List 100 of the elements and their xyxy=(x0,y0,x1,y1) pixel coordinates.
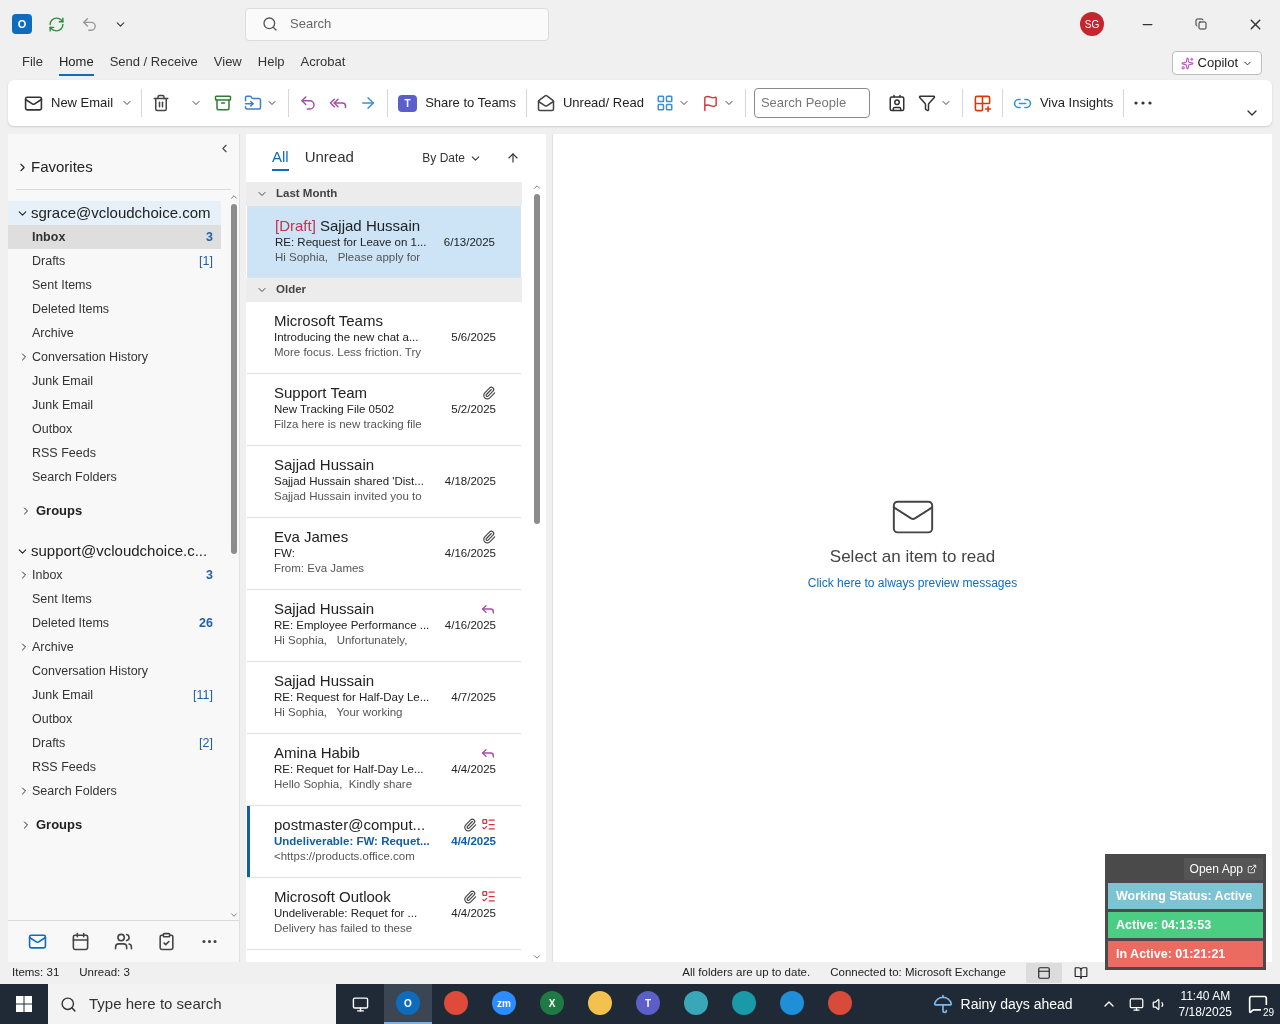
restore-icon[interactable] xyxy=(1195,18,1207,30)
search-people-field[interactable]: Search People xyxy=(753,88,870,118)
folder-item[interactable]: Junk Email xyxy=(8,369,221,393)
normal-view-icon[interactable] xyxy=(1037,966,1051,980)
message-preview: Hi Sophia, Please apply for xyxy=(275,250,422,265)
taskbar-app[interactable]: T xyxy=(624,984,672,1024)
message-subject: Undeliverable: Requet for ... xyxy=(274,906,419,921)
windows-logo-icon[interactable] xyxy=(16,996,32,1012)
folder-item[interactable]: Inbox 3 xyxy=(8,225,221,249)
folder-item[interactable]: Drafts [2] xyxy=(8,731,221,755)
sender-name: Eva James xyxy=(274,527,350,546)
folder-move-icon xyxy=(244,94,263,112)
tasks-icon[interactable] xyxy=(157,932,176,951)
clock-time[interactable]: 11:40 AM xyxy=(1180,988,1231,1004)
filter-tab[interactable]: All xyxy=(272,145,289,171)
status-row: In Active: 01:21:21 xyxy=(1108,941,1263,967)
folder-name: Archive xyxy=(32,324,75,342)
app-logo-icon: O xyxy=(396,991,420,1015)
folder-item[interactable]: Archive xyxy=(8,635,221,659)
folder-name: Outbox xyxy=(32,710,74,728)
folder-item[interactable]: Search Folders xyxy=(8,779,221,803)
taskbar-search-field[interactable]: Type here to search xyxy=(48,984,336,1024)
search-icon xyxy=(262,16,278,32)
folder-item[interactable]: Outbox xyxy=(8,707,221,731)
group-header[interactable]: Last Month xyxy=(246,182,522,206)
folder-item[interactable]: Conversation History xyxy=(8,659,221,683)
folder-item[interactable]: RSS Feeds xyxy=(8,441,221,465)
folder-name: Sent Items xyxy=(32,590,93,608)
reading-view-icon[interactable] xyxy=(1074,966,1088,980)
sync-icon[interactable] xyxy=(48,15,65,33)
folder-item[interactable]: Archive xyxy=(8,321,221,345)
group-header[interactable]: Older xyxy=(246,278,522,302)
taskbar-app[interactable]: O xyxy=(384,984,432,1024)
folder-item[interactable]: Sent Items xyxy=(8,587,221,611)
folder-item[interactable]: Junk Email [11] xyxy=(8,683,221,707)
folder-item[interactable]: Deleted Items xyxy=(8,297,221,321)
folder-item[interactable]: Deleted Items 26 xyxy=(8,611,221,635)
folder-item[interactable]: Sent Items xyxy=(8,273,221,297)
taskbar-app[interactable]: X xyxy=(528,984,576,1024)
scroll-up-icon[interactable] xyxy=(229,192,239,202)
open-app-button[interactable]: Open App xyxy=(1183,858,1263,880)
filter-icon xyxy=(917,94,936,112)
folder-item[interactable]: Search Folders xyxy=(8,465,221,489)
message-preview: More focus. Less friction. Try xyxy=(274,345,422,360)
scroll-down-icon[interactable] xyxy=(532,952,542,962)
folder-item[interactable]: Junk Email xyxy=(8,393,221,417)
sender-name: Amina Habib xyxy=(274,743,361,762)
network-icon[interactable] xyxy=(1128,996,1144,1012)
task-view-icon[interactable] xyxy=(351,995,369,1013)
folder-item[interactable]: Outbox xyxy=(8,417,221,441)
favorites-header[interactable]: Favorites xyxy=(8,155,239,179)
preview-link[interactable]: Click here to always preview messages xyxy=(807,573,1018,592)
sender-name: [Draft] Sajjad Hussain xyxy=(275,216,422,235)
filter-tab[interactable]: Unread xyxy=(304,145,354,171)
menu-tab[interactable]: Acrobat xyxy=(300,50,346,76)
sender-name: postmaster@comput... xyxy=(274,815,427,834)
menu-tab[interactable]: View xyxy=(213,50,242,76)
empty-state-message: Select an item to read xyxy=(829,546,996,568)
viva-insights-button[interactable]: Viva Insights xyxy=(1006,87,1120,119)
weather-icon[interactable] xyxy=(932,994,953,1014)
app-logo-icon[interactable]: O xyxy=(12,14,32,34)
groups-header[interactable]: Groups xyxy=(8,499,221,523)
connection-status: Connected to: Microsoft Exchange xyxy=(830,965,1006,981)
message-item[interactable]: [Draft] Sajjad Hussain RE: Request for Leave on 1... Hi Sophia, Please apply for 6/13/2025 xyxy=(247,206,521,278)
clock-date[interactable]: 7/18/2025 xyxy=(1178,1004,1232,1020)
folder-name: Junk Email xyxy=(32,372,95,390)
folder-item[interactable]: RSS Feeds xyxy=(8,755,221,779)
scroll-up-icon[interactable] xyxy=(532,182,542,192)
menu-tab[interactable]: File xyxy=(22,50,43,76)
menu-tab[interactable]: Help xyxy=(257,50,285,76)
folder-item[interactable]: Drafts [1] xyxy=(8,249,221,273)
copilot-button[interactable]: Copilot xyxy=(1171,51,1262,75)
weather-text[interactable]: Rainy days ahead xyxy=(960,993,1073,1015)
folder-name: Inbox xyxy=(32,566,64,584)
scroll-down-icon[interactable] xyxy=(229,910,239,920)
unread-read-button[interactable]: Unread/ Read xyxy=(530,87,650,119)
mail-icon[interactable] xyxy=(28,932,47,951)
scrollbar[interactable] xyxy=(532,182,542,962)
folder-item[interactable]: Conversation History xyxy=(8,345,221,369)
calendar-icon[interactable] xyxy=(71,932,90,951)
folder-item[interactable]: Inbox 3 xyxy=(8,563,221,587)
sender-name: Sajjad Hussain xyxy=(274,455,376,474)
account-header[interactable]: support@vcloudchoice.c... xyxy=(8,539,221,563)
folder-count: [2] xyxy=(199,734,213,752)
menu-tab[interactable]: Send / Receive xyxy=(109,50,198,76)
sort-button[interactable]: By Date xyxy=(422,149,482,167)
groups-header[interactable]: Groups xyxy=(8,813,221,837)
message-date: 4/16/2025 xyxy=(444,618,496,633)
menu-tab[interactable]: Home xyxy=(58,50,94,76)
new-email-button[interactable]: New Email xyxy=(20,87,138,119)
external-link-icon xyxy=(1247,864,1257,874)
avatar[interactable]: SG xyxy=(1080,12,1104,36)
folder-name: RSS Feeds xyxy=(32,444,97,462)
message-date: 4/7/2025 xyxy=(451,690,496,705)
share-to-teams-button[interactable]: T Share to Teams xyxy=(392,87,522,119)
search-field[interactable]: Search xyxy=(245,7,549,41)
message-item[interactable]: postmaster@comput... Undeliverable: FW: Requet... <https://products.office.com 4/4/2025 xyxy=(247,806,521,878)
account-header[interactable]: sgrace@vcloudchoice.com xyxy=(8,201,221,225)
message-subject: RE: Employee Performance ... xyxy=(274,618,431,633)
people-icon[interactable] xyxy=(114,932,133,951)
